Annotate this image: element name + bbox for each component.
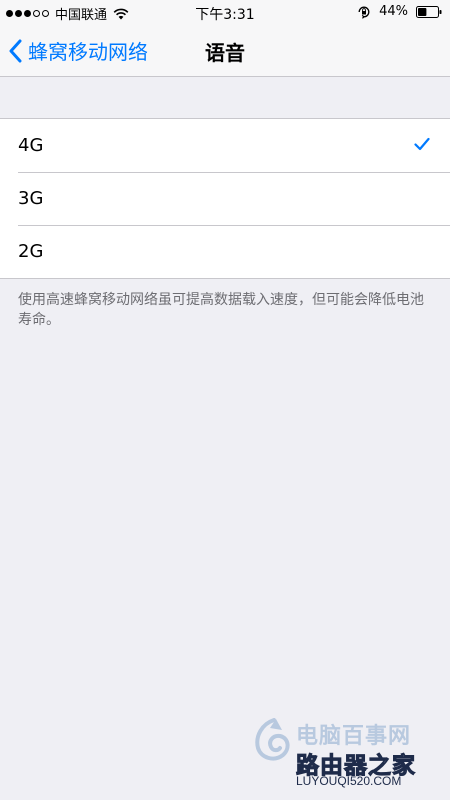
option-3g[interactable]: 3G (0, 172, 450, 225)
option-2g[interactable]: 2G (0, 225, 450, 278)
checkmark-icon (414, 137, 430, 151)
option-label: 3G (18, 188, 44, 209)
back-button[interactable]: 蜂窝移动网络 (8, 36, 148, 65)
navigation-bar: 蜂窝移动网络 语音 (0, 24, 450, 77)
battery-fill (418, 7, 427, 16)
status-bar: 中国联通 下午3:31 44% (0, 0, 450, 24)
watermark-logo-icon (255, 718, 290, 761)
battery-icon (416, 5, 442, 18)
orientation-lock-icon (358, 6, 370, 19)
watermark: 电脑百事网 路由器之家 LUYOUQI520.COM (252, 714, 442, 794)
status-right: 44% (357, 4, 442, 19)
option-4g[interactable]: 4G (0, 119, 450, 172)
footer-note: 使用高速蜂窝移动网络虽可提高数据载入速度，但可能会降低电池寿命。 (18, 292, 424, 328)
battery-percentage: 44% (379, 4, 408, 19)
chevron-left-icon (9, 39, 22, 62)
voice-options-list: 4G 3G 2G (0, 118, 450, 279)
back-button-label: 蜂窝移动网络 (28, 40, 148, 64)
option-label: 2G (18, 241, 44, 262)
watermark-url: LUYOUQI520.COM (296, 774, 402, 788)
option-label: 4G (18, 135, 44, 156)
